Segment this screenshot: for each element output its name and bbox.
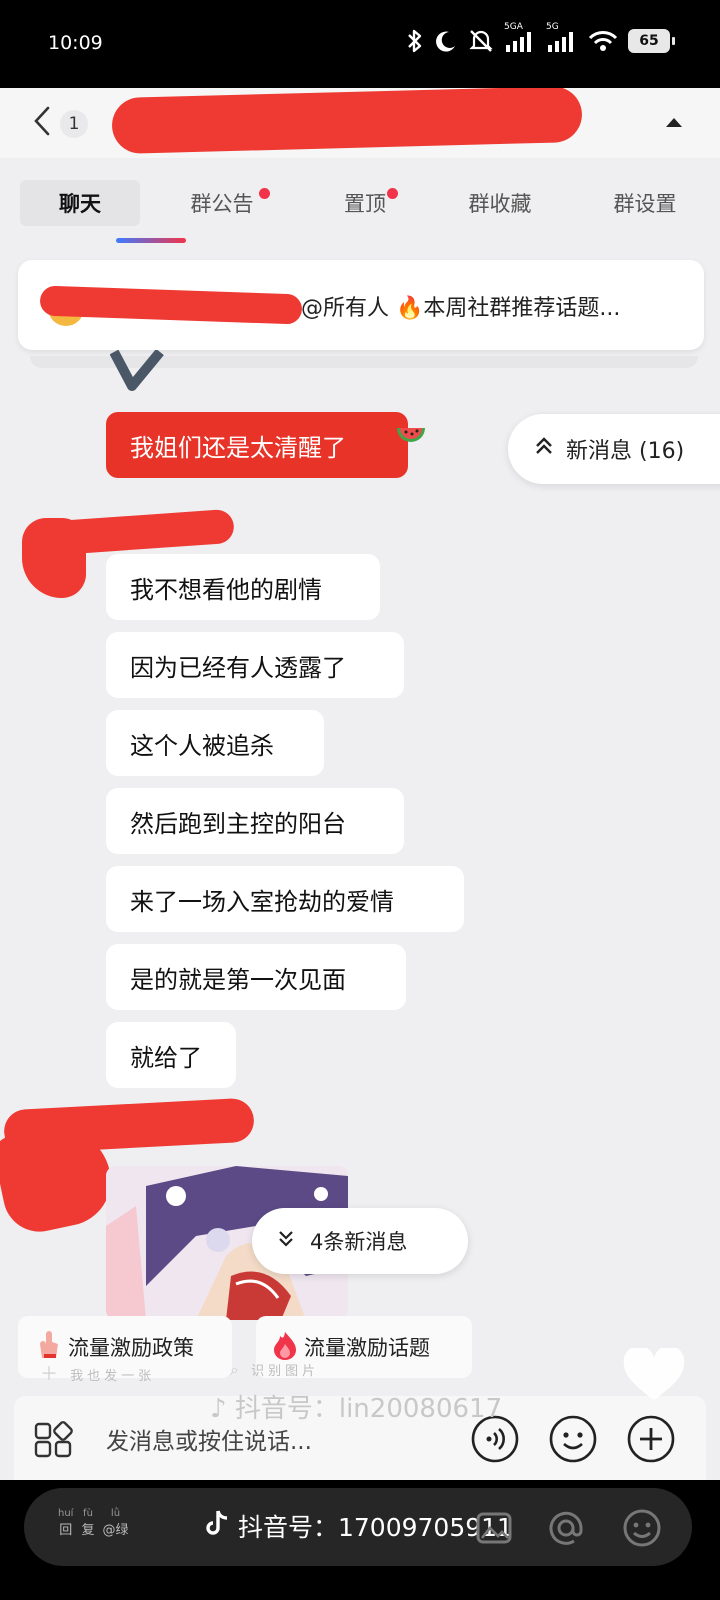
status-time: 10:09 xyxy=(48,32,103,54)
notice-text: @所有人 🔥本周社群推荐话题... xyxy=(301,296,621,321)
group-chat-screen: 1 聊天 群公告 置顶 群收藏 群设置 @所有人 🔥本周社群推荐话题... 我姐… xyxy=(0,88,720,1480)
overlay-hint-scan: ⌕ 识别图片 xyxy=(230,1360,319,1380)
watermelon-icon xyxy=(394,418,428,454)
collapse-arrow-icon[interactable] xyxy=(656,104,692,140)
message-bubble[interactable]: 然后跑到主控的阳台 xyxy=(106,788,404,854)
network-label-2: 5G xyxy=(546,22,559,32)
tab-label: 群收藏 xyxy=(468,192,532,216)
char: @绿 xyxy=(102,1523,129,1538)
tab-label: 群设置 xyxy=(613,192,677,216)
pinyin: lǜ xyxy=(110,1508,121,1519)
plus-icon: ＋ xyxy=(40,1364,62,1385)
active-tab-indicator xyxy=(116,238,186,243)
new-messages-below-button[interactable]: 4条新消息 xyxy=(252,1208,468,1274)
pinned-notice-card[interactable]: @所有人 🔥本周社群推荐话题... xyxy=(18,260,704,350)
watermark-text: 抖音号：lin20080617 xyxy=(234,1394,503,1424)
unread-dot xyxy=(387,188,398,199)
nav-bar: 1 xyxy=(0,88,720,158)
at-mention-icon[interactable] xyxy=(544,1506,588,1550)
tab-label: 聊天 xyxy=(59,192,101,216)
chip-label: 流量激励政策 xyxy=(68,1336,194,1360)
mute-bell-icon xyxy=(468,26,494,56)
signal-5ga-icon: 5GA xyxy=(504,22,536,56)
douyin-logo-icon: ♪ xyxy=(210,1394,227,1424)
overlay-hint-text: 我也发一张 xyxy=(70,1369,156,1384)
wifi-icon xyxy=(588,26,618,56)
moon-icon xyxy=(434,26,458,56)
message-text: 我不想看他的剧情 xyxy=(130,575,322,604)
apps-grid-icon[interactable] xyxy=(32,1420,76,1464)
emoji-icon[interactable] xyxy=(620,1506,664,1550)
overlay-hint-post: ＋ 我也发一张 xyxy=(40,1360,155,1386)
heart-icon[interactable] xyxy=(622,1345,686,1408)
message-text: 因为已经有人透露了 xyxy=(130,653,346,682)
message-bubble[interactable]: 就给了 xyxy=(106,1022,236,1088)
image-picker-icon[interactable] xyxy=(472,1506,516,1550)
tab-label: 置顶 xyxy=(344,192,386,216)
pinyin: huí xyxy=(58,1508,74,1519)
message-text: 这个人被追杀 xyxy=(130,731,274,760)
double-chevron-up-icon xyxy=(534,436,554,462)
new-messages-above-button[interactable]: 新消息 (16) xyxy=(508,414,720,484)
tab-pinned[interactable]: 置顶 xyxy=(320,180,410,226)
network-label-1: 5GA xyxy=(504,22,523,32)
message-bubble[interactable]: 这个人被追杀 xyxy=(106,710,324,776)
overlay-hint-text: 识别图片 xyxy=(251,1364,320,1379)
message-bubble[interactable]: 因为已经有人透露了 xyxy=(106,632,404,698)
unread-dot xyxy=(259,188,270,199)
signal-5g-icon: 5G xyxy=(546,22,578,56)
douyin-logo-icon xyxy=(204,1509,230,1543)
reply-char: lǜ @绿 xyxy=(102,1508,128,1538)
douyin-id: 抖音号：17009705911 xyxy=(204,1508,513,1544)
redacted-group-name xyxy=(111,88,583,155)
sticker-fragment xyxy=(109,348,166,398)
message-text: 就给了 xyxy=(130,1043,202,1072)
message-text: 我姐们还是太清醒了 xyxy=(130,433,346,462)
status-bar: 10:09 5GA 5G 65 xyxy=(0,0,720,88)
douyin-bottom-area: huí 回 fù 复 lǜ @绿 抖音号：17009705911 xyxy=(0,1480,720,1600)
message-text: 然后跑到主控的阳台 xyxy=(130,809,346,838)
double-chevron-down-icon xyxy=(278,1229,294,1253)
reply-hint: huí 回 fù 复 lǜ @绿 xyxy=(58,1508,129,1538)
redacted-avatar xyxy=(22,518,86,598)
message-bubble-red[interactable]: 我姐们还是太清醒了 xyxy=(106,412,408,478)
tab-chat[interactable]: 聊天 xyxy=(20,180,140,226)
char: 复 xyxy=(81,1523,95,1538)
message-bubble[interactable]: 是的就是第一次见面 xyxy=(106,944,406,1010)
message-text: 来了一场入室抢劫的爱情 xyxy=(130,887,394,916)
emoji-icon[interactable] xyxy=(548,1414,598,1464)
douyin-watermark: ♪ 抖音号：lin20080617 xyxy=(210,1388,502,1425)
chip-label: 流量激励话题 xyxy=(304,1336,430,1360)
add-icon[interactable] xyxy=(626,1414,676,1464)
tab-label: 群公告 xyxy=(190,192,254,216)
battery-indicator: 65 xyxy=(628,29,675,53)
bluetooth-icon xyxy=(406,26,424,56)
message-text: 是的就是第一次见面 xyxy=(130,965,346,994)
message-input[interactable]: 发消息或按住说话... xyxy=(106,1422,312,1456)
message-bubble[interactable]: 来了一场入室抢劫的爱情 xyxy=(106,866,464,932)
char: 回 xyxy=(59,1523,73,1538)
new-messages-below-label: 4条新消息 xyxy=(310,1230,408,1254)
back-icon[interactable] xyxy=(30,104,60,138)
tab-favorites[interactable]: 群收藏 xyxy=(450,180,550,226)
tab-settings[interactable]: 群设置 xyxy=(590,180,700,226)
new-messages-label: 新消息 (16) xyxy=(566,439,685,464)
scan-icon: ⌕ xyxy=(230,1360,243,1379)
reply-char: huí 回 xyxy=(58,1508,73,1538)
reply-char: fù 复 xyxy=(81,1508,94,1538)
unread-count-badge: 1 xyxy=(60,110,88,138)
douyin-comment-bar[interactable]: huí 回 fù 复 lǜ @绿 抖音号：17009705911 xyxy=(24,1488,692,1566)
pinyin: fù xyxy=(83,1508,93,1519)
status-icons: 5GA 5G 65 xyxy=(406,22,675,56)
tab-bar: 聊天 群公告 置顶 群收藏 群设置 xyxy=(0,170,720,242)
message-bubble[interactable]: 我不想看他的剧情 xyxy=(106,554,380,620)
tab-announcement[interactable]: 群公告 xyxy=(172,180,272,226)
